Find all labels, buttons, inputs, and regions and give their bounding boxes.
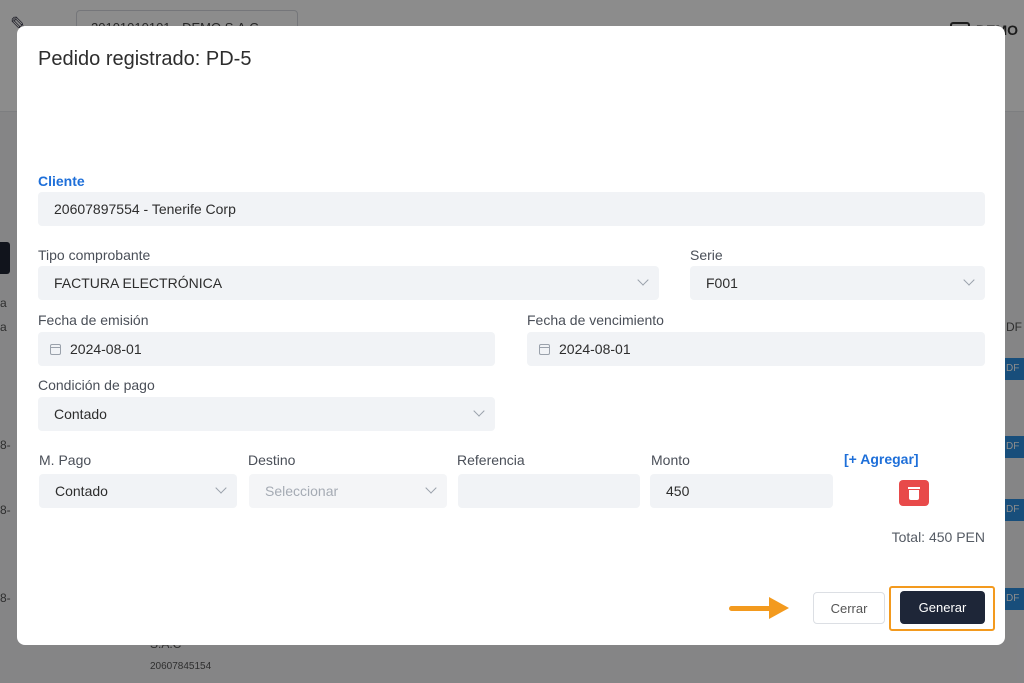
referencia-input[interactable]	[458, 474, 640, 508]
cliente-label: Cliente	[38, 173, 85, 189]
arrow-right-icon	[729, 597, 791, 619]
calendar-icon	[539, 343, 550, 355]
m-pago-value: Contado	[55, 483, 108, 499]
destino-placeholder: Seleccionar	[265, 483, 339, 499]
trash-icon	[899, 480, 929, 506]
chevron-down-icon	[637, 274, 649, 286]
fecha-emision-label: Fecha de emisión	[38, 312, 149, 328]
fecha-vencimiento-field[interactable]: 2024-08-01	[527, 332, 985, 366]
cliente-field[interactable]: 20607897554 - Tenerife Corp	[38, 192, 985, 226]
m-pago-label: M. Pago	[39, 452, 92, 468]
order-modal: Pedido registrado: PD-5 Cliente 20607897…	[17, 26, 1005, 645]
referencia-label: Referencia	[457, 452, 525, 468]
destino-label: Destino	[248, 452, 296, 468]
chevron-down-icon	[425, 482, 437, 494]
fecha-vencimiento-value: 2024-08-01	[559, 341, 631, 357]
fecha-vencimiento-label: Fecha de vencimiento	[527, 312, 664, 328]
tipo-comprobante-label: Tipo comprobante	[38, 247, 151, 263]
monto-label: Monto	[651, 452, 690, 468]
chevron-down-icon	[473, 405, 485, 417]
serie-value: F001	[706, 275, 738, 291]
m-pago-select[interactable]: Contado	[39, 474, 237, 508]
total-amount: Total: 450 PEN	[891, 529, 985, 545]
condicion-pago-label: Condición de pago	[38, 377, 155, 393]
calendar-icon	[50, 343, 61, 355]
generate-button[interactable]: Generar	[900, 591, 985, 624]
condicion-pago-value: Contado	[54, 406, 107, 422]
destino-select[interactable]: Seleccionar	[249, 474, 447, 508]
fecha-emision-value: 2024-08-01	[70, 341, 142, 357]
monto-input[interactable]: 450	[650, 474, 833, 508]
add-payment-link[interactable]: [+ Agregar]	[844, 451, 919, 467]
serie-label: Serie	[690, 247, 723, 263]
fecha-emision-field[interactable]: 2024-08-01	[38, 332, 495, 366]
monto-value: 450	[666, 483, 690, 499]
cliente-value: 20607897554 - Tenerife Corp	[54, 201, 236, 217]
condicion-pago-select[interactable]: Contado	[38, 397, 495, 431]
chevron-down-icon	[215, 482, 227, 494]
modal-title: Pedido registrado: PD-5	[38, 48, 252, 70]
serie-select[interactable]: F001	[690, 266, 985, 300]
chevron-down-icon	[963, 274, 975, 286]
close-button[interactable]: Cerrar	[813, 592, 885, 624]
tipo-comprobante-value: FACTURA ELECTRÓNICA	[54, 275, 223, 291]
tipo-comprobante-select[interactable]: FACTURA ELECTRÓNICA	[38, 266, 659, 300]
delete-payment-button[interactable]	[899, 480, 929, 506]
